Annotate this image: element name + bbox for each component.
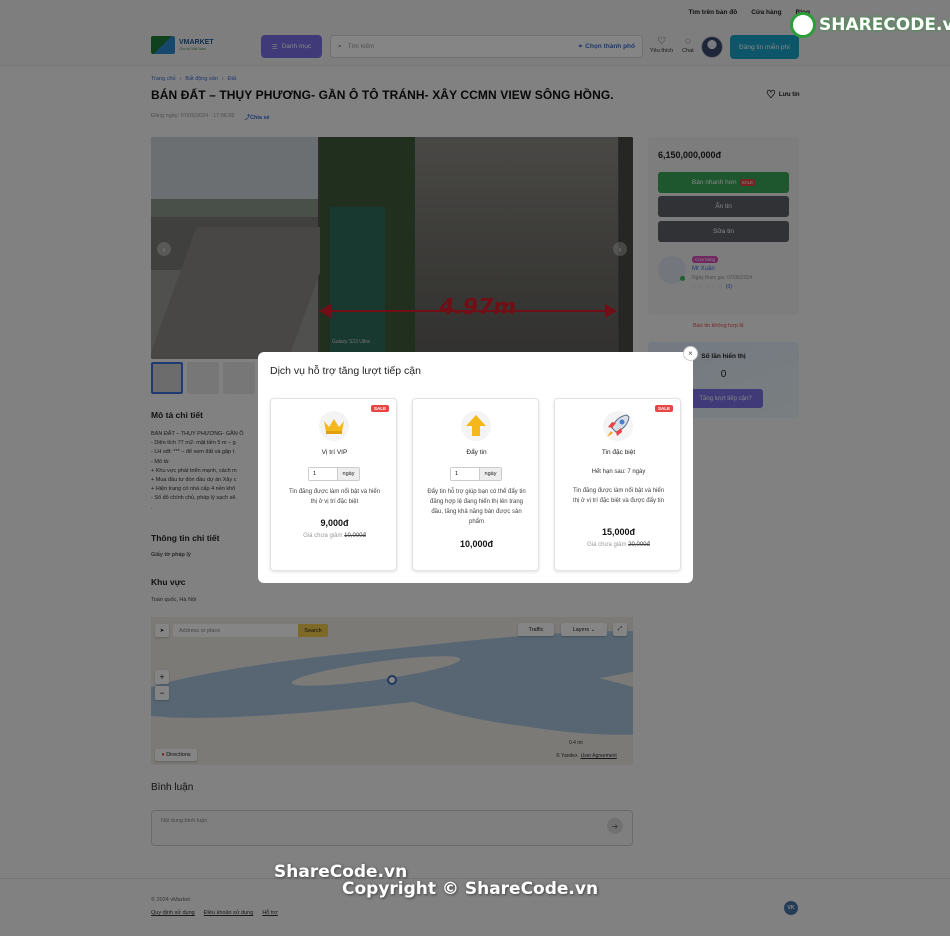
unit-label: ngày (479, 468, 501, 480)
crown-icon (319, 411, 349, 441)
sale-badge: SALE (370, 405, 389, 412)
close-icon[interactable]: × (683, 346, 698, 361)
service-card-special[interactable]: SALE Tin đặc biệt Hết hạn sau: 7 ngày Ti… (554, 398, 681, 571)
service-card-vip[interactable]: SALE Vị trí VIP ngày Tin đăng được làm n… (270, 398, 397, 571)
service-card-push[interactable]: Đẩy tin ngày Đẩy tin hỗ trợ giúp bạn có … (412, 398, 539, 571)
sharecode-logo-icon (790, 12, 816, 38)
original-price-value: 20,000đ (628, 542, 650, 548)
up-arrow-icon (461, 411, 491, 441)
sharecode-logo: SHARECODE.vn (790, 12, 950, 38)
service-price: 9,000đ (320, 518, 349, 528)
original-price: Giá chưa giảm 20,000đ (555, 542, 682, 548)
quantity-stepper[interactable]: ngày (450, 467, 502, 481)
boost-services-modal: Dịch vụ hỗ trợ tăng lượt tiếp cận × SALE… (258, 346, 698, 583)
unit-label: ngày (337, 468, 359, 480)
quantity-input[interactable] (309, 468, 337, 480)
original-price: Giá chưa giảm 10,000đ (271, 533, 398, 539)
original-price-label: Giá chưa giảm (303, 533, 343, 539)
original-price-value: 10,000đ (344, 533, 366, 539)
service-expiry: Hết hạn sau: 7 ngày (591, 469, 646, 475)
modal-title: Dịch vụ hỗ trợ tăng lượt tiếp cận (270, 365, 421, 377)
service-price: 10,000đ (459, 539, 494, 549)
original-price-label: Giá chưa giảm (587, 542, 627, 548)
service-name: Đẩy tin (466, 449, 487, 456)
sale-badge: SALE (654, 405, 673, 412)
sharecode-brand-text: SHARECODE.vn (819, 15, 950, 35)
watermark-copyright: Copyright © ShareCode.vn (342, 879, 599, 899)
rocket-icon (603, 411, 633, 441)
quantity-stepper[interactable]: ngày (308, 467, 360, 481)
service-name: Tin đặc biệt (601, 449, 636, 456)
service-description: Tin đăng được làm nổi bật và hiển thị ở … (572, 488, 665, 504)
service-description: Tin đăng được làm nổi bật và hiển thị ở … (288, 489, 381, 505)
quantity-input[interactable] (451, 468, 479, 480)
service-description: Đẩy tin hỗ trợ giúp bạn có thể đẩy tin đ… (427, 489, 526, 525)
service-price: 15,000đ (601, 527, 636, 537)
service-name: Vị trí VIP (321, 449, 348, 456)
